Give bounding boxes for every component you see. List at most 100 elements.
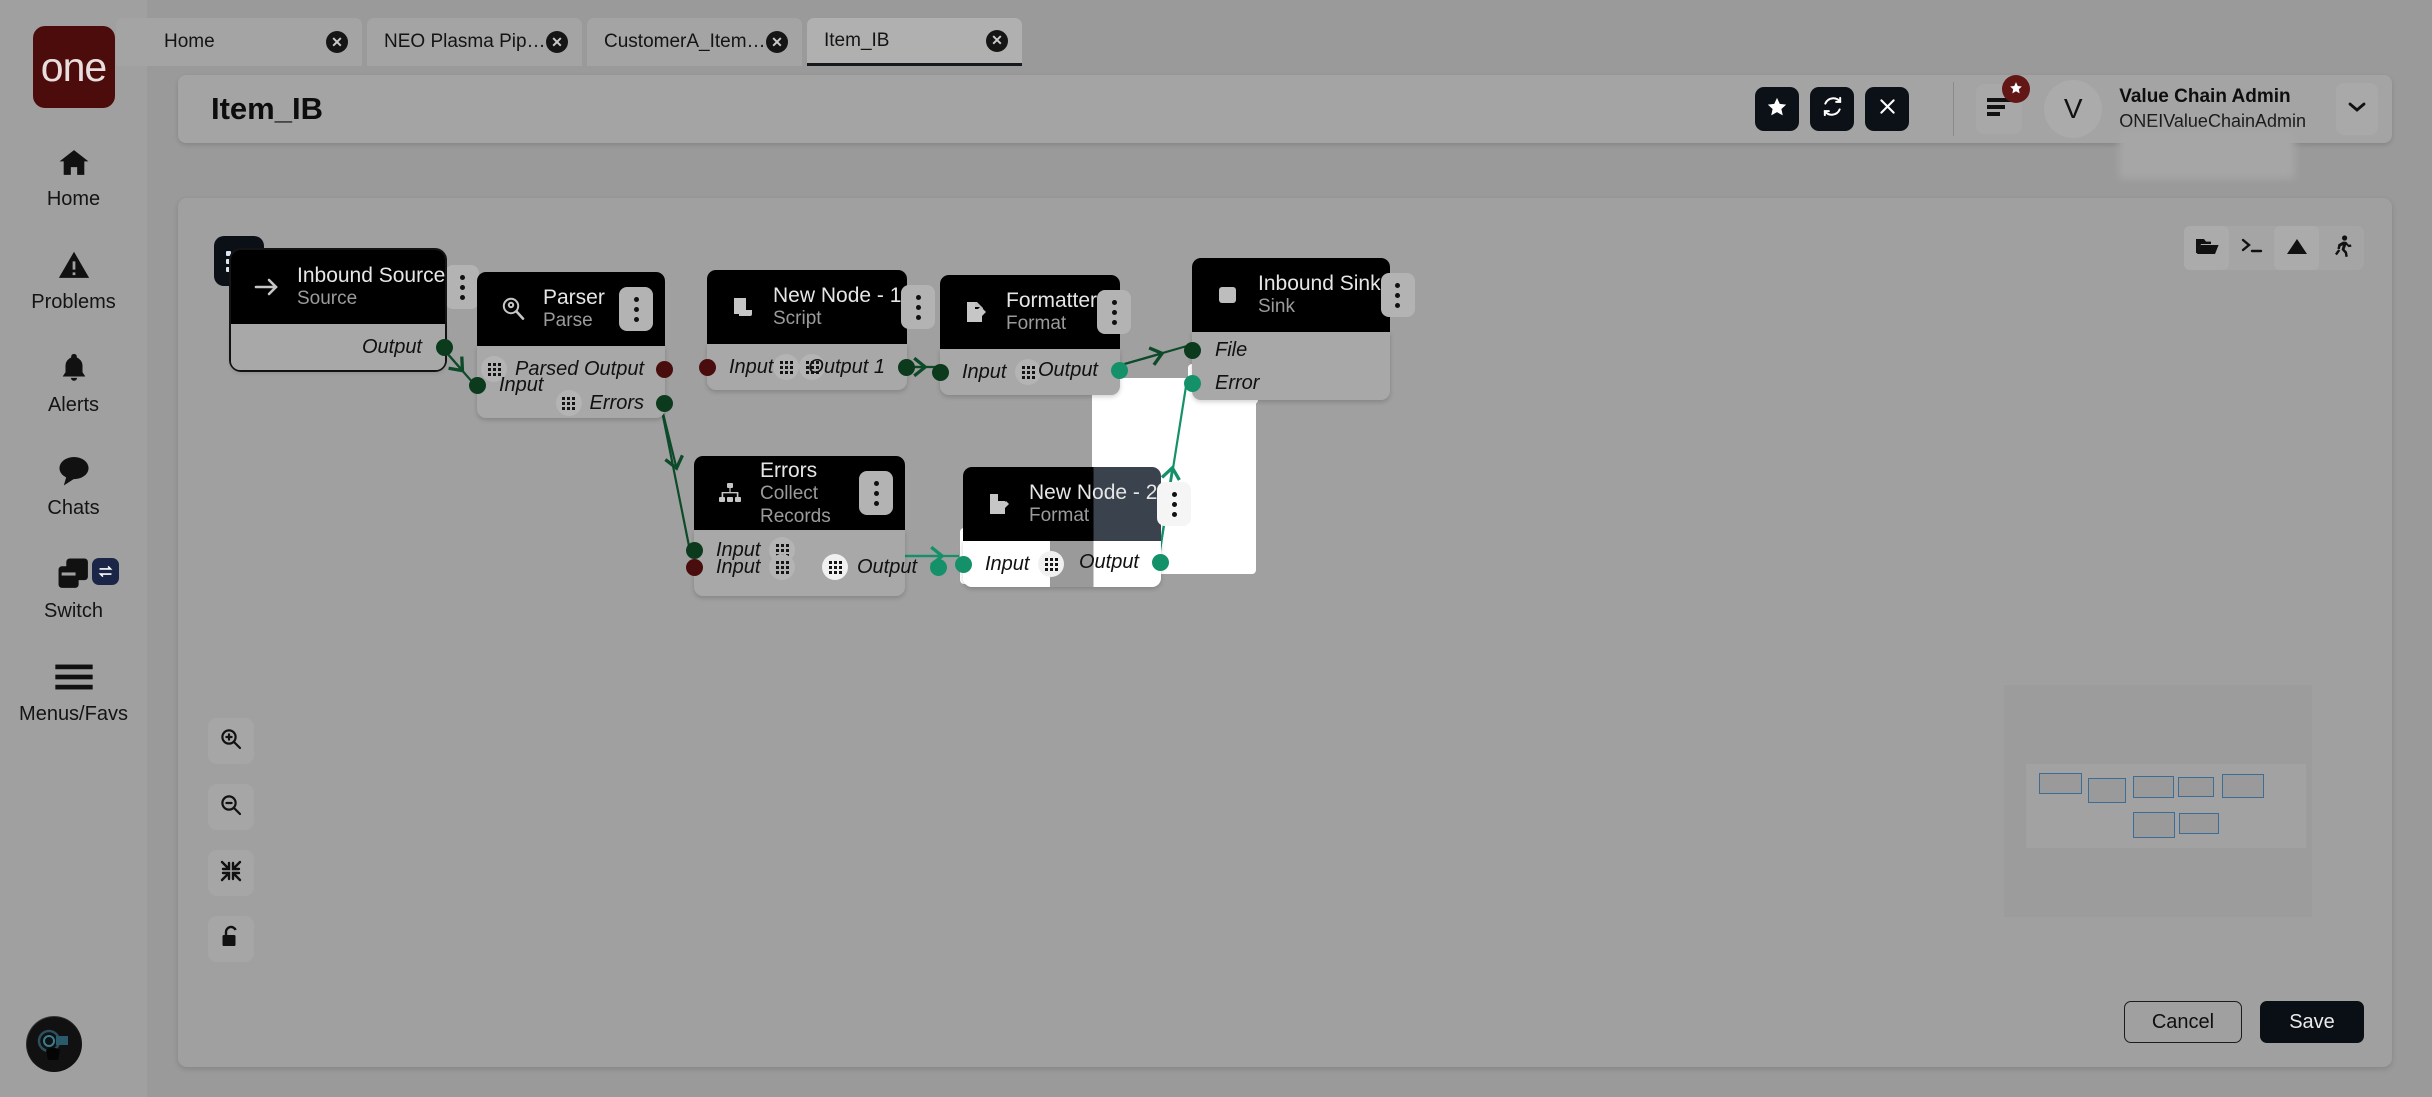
flow-node-inbound-source[interactable]: Inbound Source Source Output	[229, 248, 480, 372]
close-icon[interactable]: ✕	[766, 31, 788, 53]
port-dot[interactable]	[932, 363, 949, 381]
avatar[interactable]: V	[2044, 80, 2103, 138]
user-handle: ONEIValueChainAdmin	[2119, 110, 2306, 131]
port-output[interactable]: Output	[362, 336, 453, 359]
flow-node-formatter[interactable]: Formatter Format Input Output	[932, 275, 1132, 395]
sidebar-item-menus-favs[interactable]: Menus/Favs	[0, 657, 147, 726]
tab-customera-item-ib[interactable]: CustomerA_Item_IB ✕	[587, 18, 802, 66]
flow-node-inbound-sink[interactable]: Inbound Sink Sink File Error	[1184, 258, 1415, 400]
page-title: Item_IB	[211, 91, 323, 126]
port-output[interactable]: Output	[1038, 359, 1128, 382]
sidebar-item-chats[interactable]: Chats	[0, 451, 147, 520]
port-error[interactable]: Error	[1184, 372, 1259, 395]
port-input[interactable]: Input	[932, 359, 1042, 385]
tab-item-ib[interactable]: Item_IB ✕	[807, 18, 1022, 66]
node-menu-button[interactable]	[1380, 273, 1415, 317]
home-icon	[55, 142, 93, 182]
refresh-button[interactable]	[1810, 87, 1855, 131]
port-dot[interactable]	[955, 555, 972, 573]
node-title-block: New Node - 2 Format	[1029, 480, 1157, 528]
port-label: Input	[962, 360, 1007, 383]
sidebar-item-problems[interactable]: Problems	[0, 245, 147, 314]
node-title: New Node - 1	[773, 284, 902, 308]
port-dot[interactable]	[930, 558, 948, 576]
favorites-badge	[2002, 75, 2031, 103]
save-button[interactable]: Save	[2260, 1001, 2364, 1043]
port-input[interactable]: Input	[955, 551, 1065, 577]
tab-home[interactable]: Home ✕	[116, 18, 362, 66]
port-input-2[interactable]: Input	[686, 554, 796, 580]
node-menu-button[interactable]	[1097, 290, 1132, 334]
user-name: Value Chain Admin	[2119, 86, 2291, 108]
minimap-node	[2133, 812, 2175, 838]
flow-node-new-node-1[interactable]: New Node - 1 Script Input 1 Output 1	[699, 270, 936, 390]
minimap[interactable]	[2004, 685, 2312, 917]
grid-icon	[769, 554, 796, 580]
port-dot[interactable]	[1111, 362, 1128, 379]
close-icon[interactable]: ✕	[546, 31, 568, 53]
globe-avatar-icon[interactable]	[26, 1016, 82, 1072]
cancel-button[interactable]: Cancel	[2124, 1001, 2242, 1043]
node-header: Inbound Source Source	[231, 250, 480, 324]
flow-node-errors[interactable]: Errors Collect Records Input Input Outpu…	[686, 456, 948, 596]
close-icon[interactable]: ✕	[326, 31, 348, 53]
sidebar-item-label-alerts: Alerts	[47, 394, 100, 416]
port-dot[interactable]	[436, 339, 453, 356]
favorite-button[interactable]	[1755, 87, 1800, 131]
sidebar-item-switch[interactable]: Switch	[0, 554, 147, 623]
flow-node-parser[interactable]: Parser Parse Parsed Output Input Errors	[469, 272, 673, 418]
tab-label: Item_IB	[824, 29, 890, 51]
node-menu-button[interactable]	[445, 265, 480, 309]
port-output[interactable]: Output	[822, 554, 948, 580]
port-dot[interactable]	[1184, 342, 1201, 359]
minimap-node	[2179, 813, 2219, 834]
port-dot[interactable]	[898, 358, 915, 376]
close-icon[interactable]: ✕	[986, 29, 1008, 52]
port-input[interactable]: Input	[469, 374, 543, 397]
node-title-block: Inbound Source Source	[297, 263, 445, 311]
port-label: Input	[716, 555, 761, 578]
port-output[interactable]: Output	[1079, 551, 1169, 574]
port-dot[interactable]	[686, 558, 703, 576]
tab-neo-plasma-pipelines[interactable]: NEO Plasma Pipelines ✕	[367, 18, 582, 66]
brand-logo-text: one	[40, 43, 107, 90]
format-doc-icon	[960, 300, 992, 324]
port-errors[interactable]: Errors	[555, 390, 673, 416]
port-output-1[interactable]: Output 1	[773, 354, 915, 380]
script-icon	[727, 295, 759, 319]
node-title: Inbound Source	[297, 264, 446, 288]
swap-arrows-icon[interactable]	[92, 558, 119, 585]
grid-icon	[822, 554, 848, 580]
node-menu-button[interactable]	[901, 285, 936, 329]
node-header: New Node - 1 Script	[707, 270, 936, 344]
grid-icon	[1038, 551, 1065, 577]
brand-logo[interactable]: one	[32, 26, 115, 108]
node-menu-button[interactable]	[619, 287, 653, 331]
port-dot[interactable]	[656, 394, 673, 412]
flow-node-new-node-2[interactable]: New Node - 2 Format Input Output	[955, 467, 1192, 587]
node-menu-button[interactable]	[859, 471, 893, 515]
sidebar: one Home Problems Alerts Chats Switch Me…	[0, 0, 147, 1097]
sidebar-item-label-problems: Problems	[31, 291, 116, 313]
port-file[interactable]: File	[1184, 339, 1247, 362]
close-page-button[interactable]	[1865, 87, 1910, 131]
menus-favorites-button[interactable]	[1976, 75, 2031, 134]
node-menu-button[interactable]	[1157, 482, 1192, 526]
port-dot[interactable]	[1152, 554, 1169, 571]
port-dot[interactable]	[1184, 375, 1201, 392]
pipeline-canvas[interactable]: Inbound Source Source Output Parser Pars…	[178, 198, 2392, 1067]
user-menu-button[interactable]	[2336, 83, 2378, 135]
port-dot[interactable]	[699, 358, 716, 376]
sidebar-item-label-home: Home	[46, 188, 101, 210]
port-label: Output	[1037, 359, 1098, 381]
node-body: Parsed Output Input Errors	[469, 346, 673, 418]
port-label: Output	[1078, 551, 1139, 573]
port-dot[interactable]	[656, 360, 673, 378]
hierarchy-icon	[714, 482, 746, 504]
minimap-node	[2039, 773, 2082, 794]
port-dot[interactable]	[469, 377, 486, 394]
sidebar-item-alerts[interactable]: Alerts	[0, 348, 147, 417]
sidebar-item-home[interactable]: Home	[0, 142, 147, 211]
minimap-viewport	[2026, 764, 2306, 848]
node-subtitle: Sink	[1258, 296, 1295, 318]
